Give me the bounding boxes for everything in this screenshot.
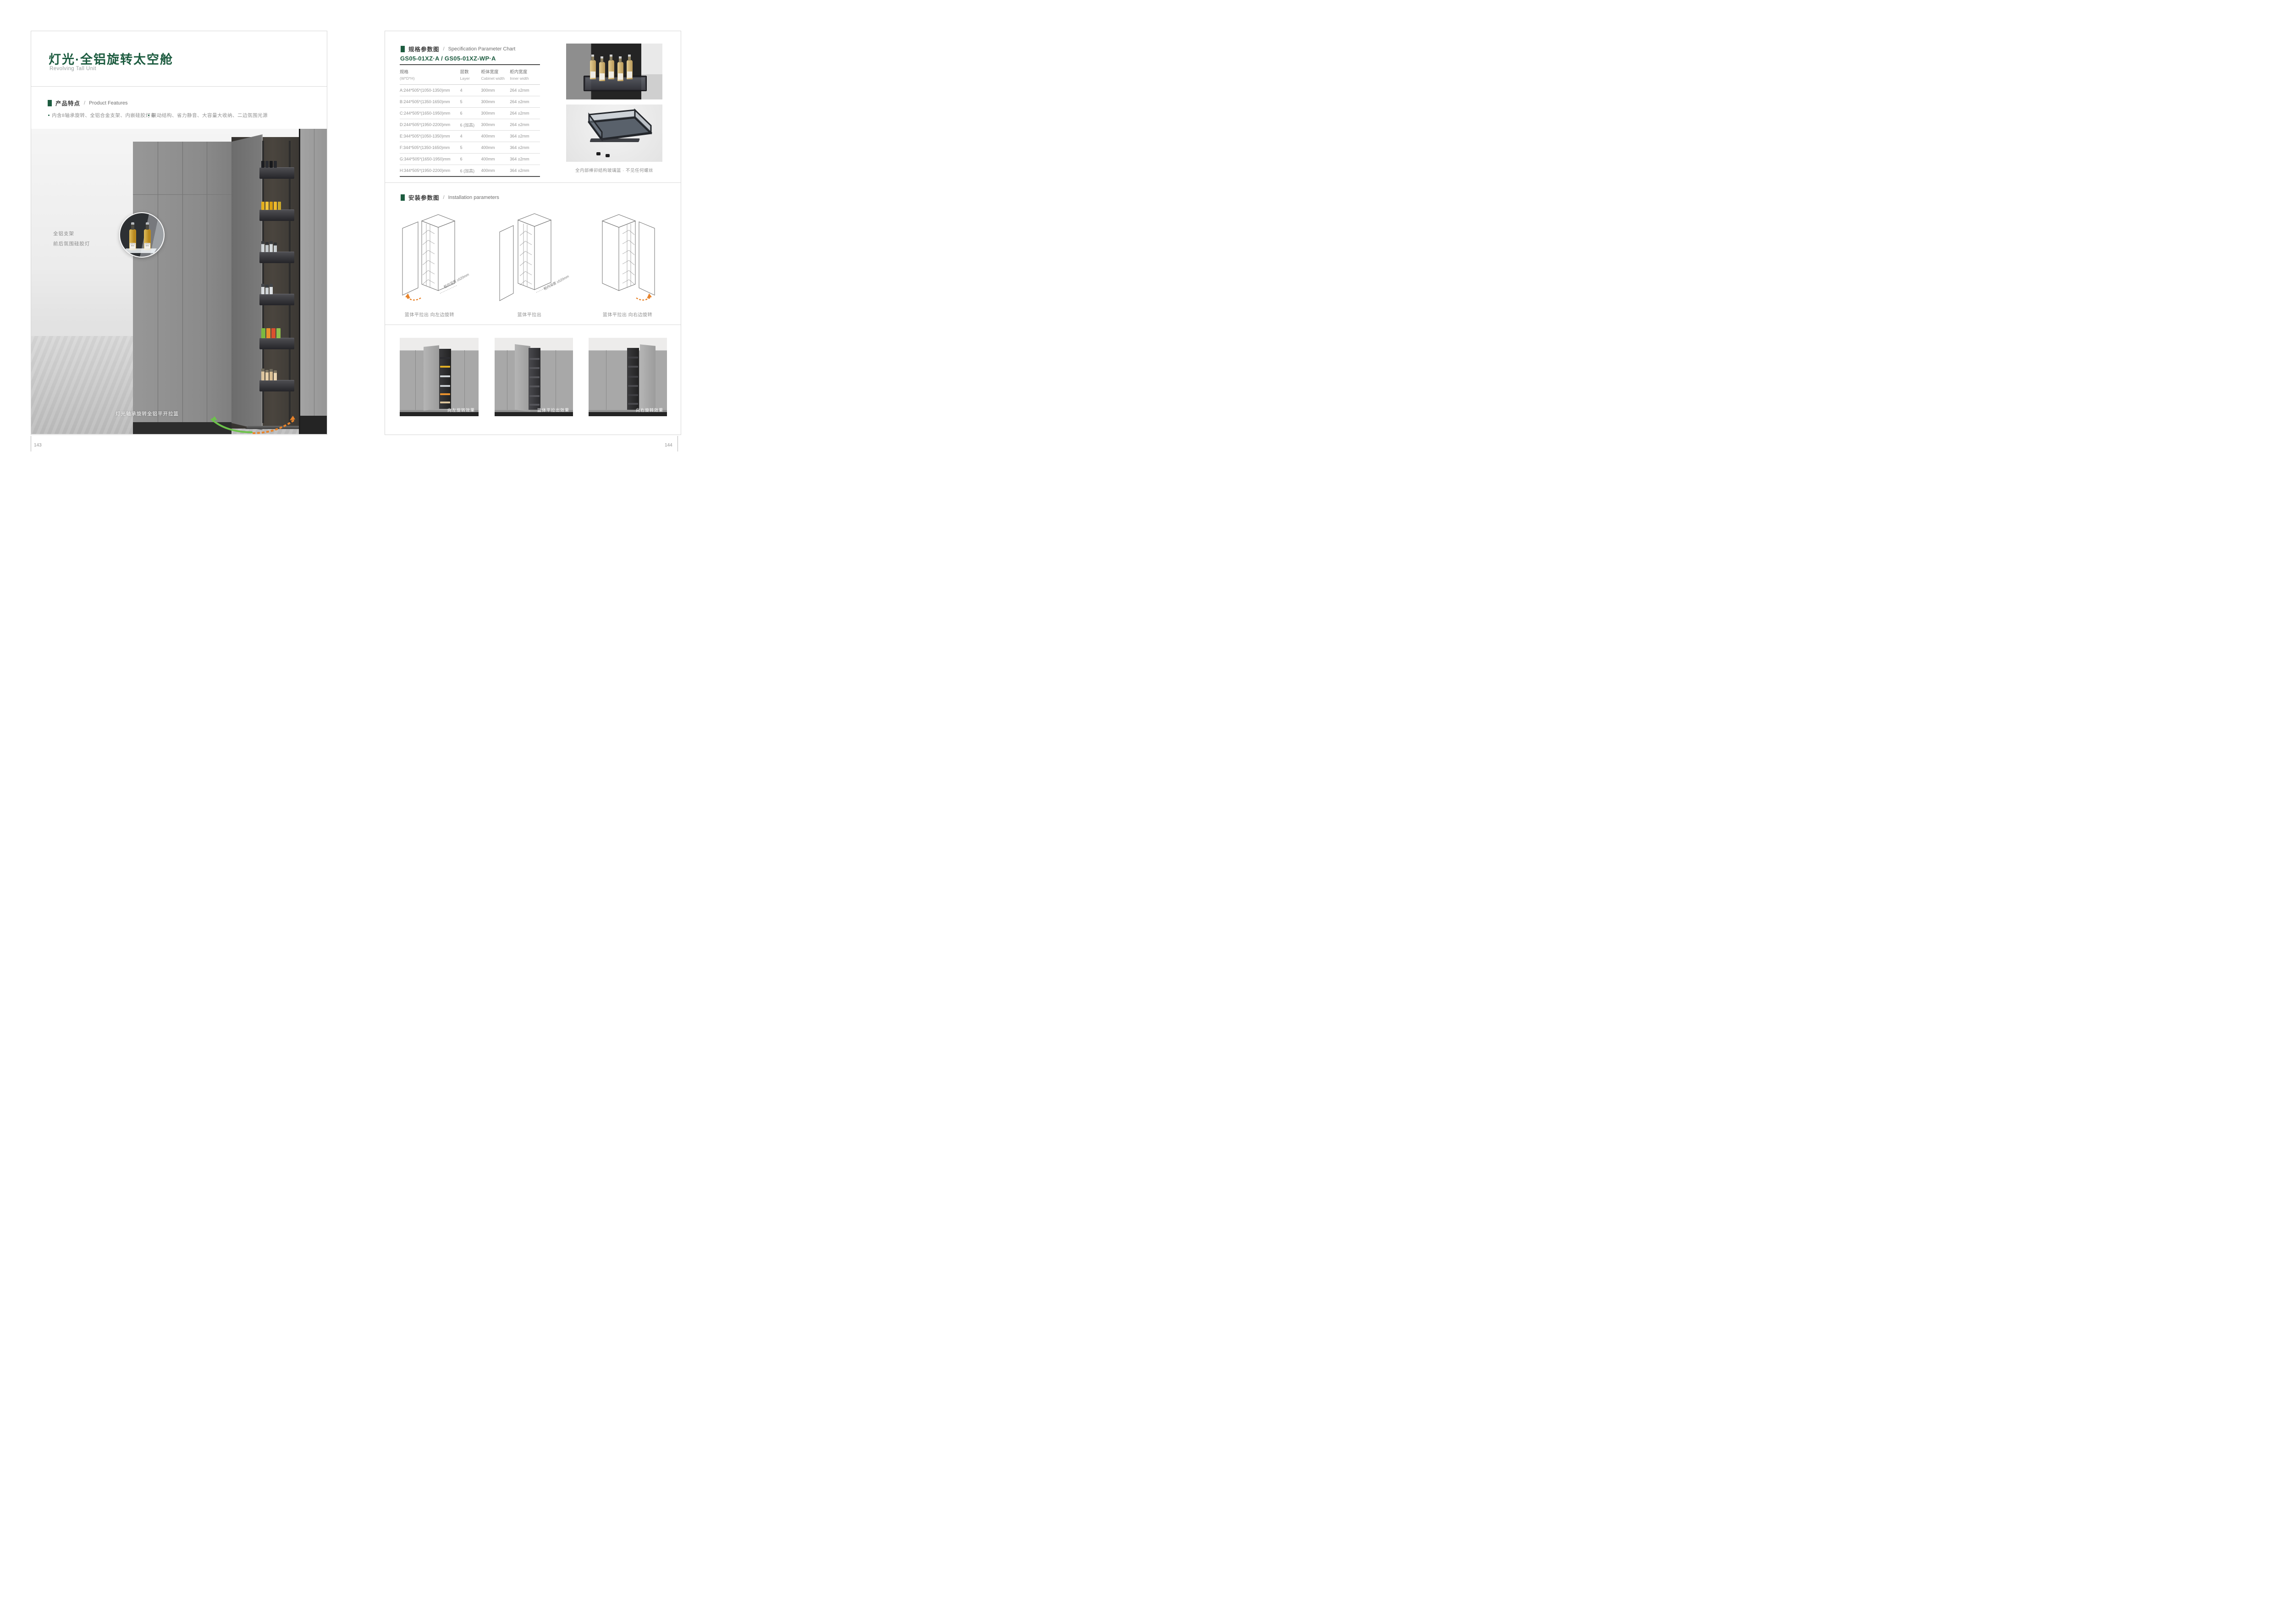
spec-heading-sep: / [443, 46, 445, 52]
result-photo-pullout: 篮体平拉出效果 [495, 338, 573, 416]
section-marker [48, 100, 52, 106]
install-section-header: 安装参数图 / Installation parameters [401, 193, 499, 202]
feature-bullet-text: 联动结构、省力静音、大容量大收纳、二边氛围光源 [152, 112, 268, 119]
spec-row: G:344*505*(1650-1950)mm6400mm364 ±2mm [400, 154, 540, 165]
catalog-page-right: 规格参数图 / Specification Parameter Chart GS… [385, 31, 681, 435]
features-heading-en: Product Features [89, 100, 127, 106]
spec-table-header-row: 规格(W*D*H) 层数Layer 柜体宽度Cabinet width 柜内宽度… [400, 65, 540, 85]
hero-annotation: 全铝支架 前后氛围硅胶灯 [53, 229, 90, 249]
install-diagram-rotate-right [589, 208, 667, 305]
spec-photo-caption: 全内部棒卯结构玻璃篮 · 不见任何螺丝 [557, 167, 672, 173]
features-heading-sep: / [84, 100, 85, 106]
diagram-caption: 篮体平拉出 [490, 311, 568, 318]
features-heading-zh: 产品特点 [55, 99, 80, 107]
bottle-brand-label: Corona Extra [130, 243, 136, 248]
result-caption: 篮体平拉出效果 [537, 407, 569, 413]
spec-row: E:344*505*(1050-1350)mm4400mm364 ±2mm [400, 131, 540, 142]
install-diagram-pullout: 柜内深度 ≥520mm [490, 208, 568, 305]
page-title: 灯光·全铝旋转太空舱 [49, 50, 173, 67]
detail-callout-circle: Corona Extra Corona Extra [119, 212, 165, 258]
spec-row: H:344*505*(1950-2200)mm6 (加高)400mm364 ±2… [400, 165, 540, 177]
diagram-caption: 篮体平拉出 向右边旋转 [589, 311, 667, 318]
features-section-header: 产品特点 / Product Features [48, 99, 127, 107]
hero-bottom-annotation: 灯光轴承旋转全铝平开拉篮 [116, 410, 179, 417]
catalog-page-left: 灯光·全铝旋转太空舱 Revolving Tall Unit 产品特点 / Pr… [31, 31, 327, 435]
pullout-tower [259, 141, 294, 423]
install-heading-zh: 安装参数图 [408, 193, 440, 202]
feature-bullet-text: 内含8轴承旋转、全铝合金支架、内嵌硅胶灯条 [52, 112, 155, 119]
result-caption: 向右旋转效果 [636, 407, 663, 413]
section-marker [401, 194, 405, 201]
feature-bullet: 内含8轴承旋转、全铝合金支架、内嵌硅胶灯条 [48, 112, 155, 119]
spec-row: C:244*505*(1650-1950)mm6300mm264 ±2mm [400, 108, 540, 119]
spec-photo-glass-basket [566, 105, 662, 162]
result-photo-rotate-left: 向左旋转效果 [400, 338, 479, 416]
hero-product-photo: Corona Extra Corona Extra 全铝支架 前后氛围硅胶灯 灯… [31, 129, 327, 434]
glass-shelf [123, 248, 156, 253]
result-caption: 向左旋转效果 [447, 407, 475, 413]
bullet-dot-icon [48, 115, 50, 116]
spec-row: F:344*505*(1350-1650)mm5400mm364 ±2mm [400, 142, 540, 154]
page-number-left: 143 [34, 443, 42, 448]
spec-row: A:244*505*(1050-1350)mm4300mm264 ±2mm [400, 85, 540, 96]
section-divider [385, 182, 681, 183]
spec-row: B:244*505*(1350-1650)mm5300mm264 ±2mm [400, 96, 540, 108]
feature-bullet: 联动结构、省力静音、大容量大收纳、二边氛围光源 [148, 112, 268, 119]
bullet-dot-icon [148, 115, 149, 116]
spec-table: 规格(W*D*H) 层数Layer 柜体宽度Cabinet width 柜内宽度… [400, 64, 540, 177]
cabinet-left-block [133, 142, 231, 434]
cabinet-open-door [231, 134, 263, 430]
spec-heading-en: Specification Parameter Chart [448, 46, 516, 52]
beer-bottle: Corona Extra [144, 229, 151, 250]
page-subtitle: Revolving Tall Unit [50, 66, 96, 72]
spec-photo-basket-closeup [566, 44, 662, 99]
annotation-line1: 全铝支架 [53, 229, 90, 239]
bottle-brand-label: Corona Extra [144, 243, 150, 248]
spec-row: D:244*505*(1950-2200)mm6 (加高)300mm264 ±2… [400, 119, 540, 131]
annotation-line2: 前后氛围硅胶灯 [53, 239, 90, 249]
section-marker [401, 46, 405, 52]
result-photo-rotate-right: 向右旋转效果 [589, 338, 667, 416]
spec-heading-zh: 规格参数图 [408, 44, 440, 53]
install-heading-sep: / [443, 195, 445, 200]
title-divider [31, 86, 327, 87]
install-diagram-rotate-left: 柜内深度 ≥520mm [391, 208, 468, 305]
model-number: GS05-01XZ·A / GS05-01XZ-WP·A [400, 55, 496, 62]
spec-section-header: 规格参数图 / Specification Parameter Chart [401, 44, 515, 53]
rotate-direction-arrows-icon [204, 416, 305, 434]
cabinet-right-wall [299, 129, 327, 434]
page-number-right: 144 [665, 443, 672, 448]
beer-bottle: Corona Extra [129, 229, 136, 250]
diagram-caption: 篮体平拉出 向左边旋转 [391, 311, 468, 318]
install-heading-en: Installation parameters [448, 195, 499, 200]
